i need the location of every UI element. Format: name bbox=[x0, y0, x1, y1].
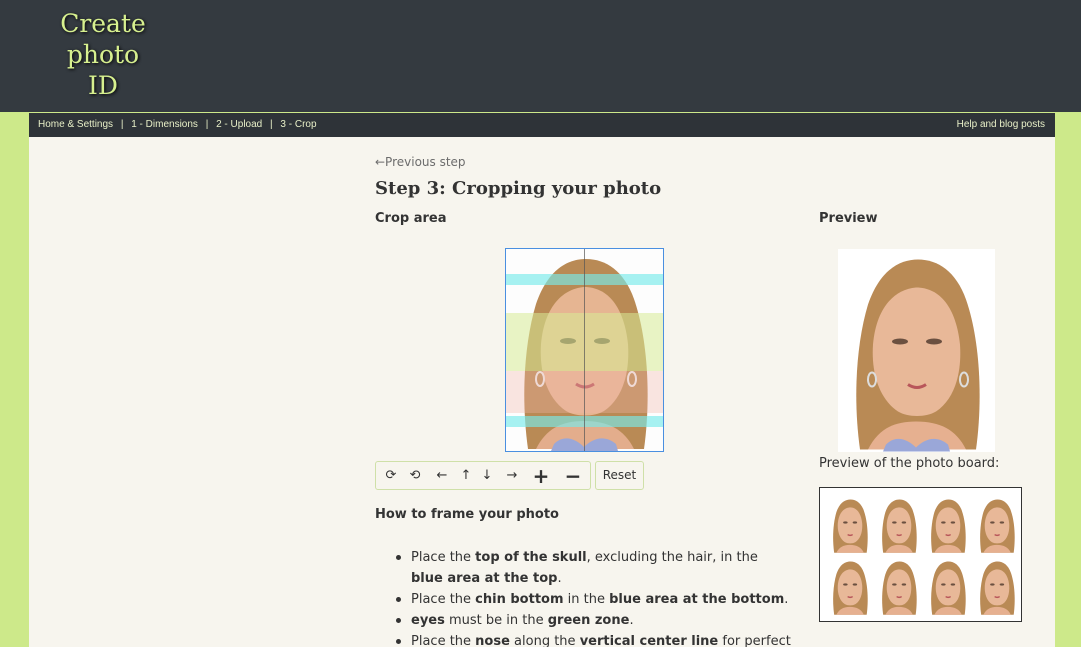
instruction-text: Place the bbox=[411, 592, 476, 607]
instruction-text: . bbox=[557, 571, 562, 586]
crop-toolbar: ⟳ ⟲ ← ↑ ↓ → + − bbox=[375, 461, 591, 490]
previous-step-link[interactable]: ←Previous step bbox=[375, 155, 466, 169]
crop-area[interactable] bbox=[505, 248, 664, 452]
howto-heading: How to frame your photo bbox=[375, 507, 559, 522]
guide-vertical-center-line bbox=[584, 249, 585, 451]
preview-face-photo bbox=[838, 249, 995, 452]
board-photo-thumbnail bbox=[975, 496, 1019, 554]
instruction-text: in the bbox=[563, 592, 610, 607]
nav-dimensions[interactable]: 1 - Dimensions bbox=[131, 119, 198, 130]
move-down-icon[interactable]: ↓ bbox=[477, 466, 497, 486]
logo-line-1: Create photo bbox=[60, 9, 146, 69]
board-photo-thumbnail bbox=[877, 496, 921, 554]
instruction-emphasis: green zone bbox=[547, 613, 630, 628]
logo-line-2: ID bbox=[88, 71, 118, 100]
instruction-emphasis: vertical center line bbox=[579, 634, 719, 647]
nav-bar: Home & Settings | 1 - Dimensions | 2 - U… bbox=[29, 113, 1055, 137]
site-header: Create photo ID bbox=[0, 0, 1081, 112]
instruction-emphasis: eyes bbox=[411, 613, 445, 628]
instruction-text: . bbox=[784, 592, 789, 607]
preview-heading: Preview bbox=[819, 211, 878, 226]
instruction-emphasis: top of the skull bbox=[475, 550, 587, 565]
photo-board-caption: Preview of the photo board: bbox=[819, 456, 1000, 471]
crop-area-heading: Crop area bbox=[375, 211, 447, 226]
instruction-item: eyes must be in the green zone. bbox=[396, 610, 791, 631]
board-photo-thumbnail bbox=[926, 496, 970, 554]
board-photo-thumbnail bbox=[828, 558, 872, 616]
instruction-item: Place the top of the skull, excluding th… bbox=[396, 547, 791, 589]
move-left-icon[interactable]: ← bbox=[432, 466, 452, 486]
nav-upload[interactable]: 2 - Upload bbox=[216, 119, 262, 130]
photo-board-preview bbox=[819, 487, 1022, 622]
instructions-list: Place the top of the skull, excluding th… bbox=[396, 547, 791, 647]
instruction-emphasis: blue area at the top bbox=[411, 571, 558, 586]
instruction-text: along the bbox=[509, 634, 580, 647]
instruction-text: , excluding the hair, in the bbox=[586, 550, 758, 565]
instruction-emphasis: nose bbox=[475, 634, 510, 647]
instruction-emphasis: blue area at the bottom bbox=[609, 592, 785, 607]
nav-separator: | bbox=[270, 119, 273, 130]
board-photo-thumbnail bbox=[828, 496, 872, 554]
nav-separator: | bbox=[205, 119, 209, 130]
rotate-right-icon[interactable]: ⟳ bbox=[381, 466, 401, 486]
page-title: Step 3: Cropping your photo bbox=[375, 178, 662, 199]
nav-crop[interactable]: 3 - Crop bbox=[280, 119, 316, 130]
move-up-icon[interactable]: ↑ bbox=[456, 466, 476, 486]
zoom-in-icon[interactable]: + bbox=[531, 466, 551, 486]
instruction-text: Place the bbox=[411, 634, 476, 647]
rotate-left-icon[interactable]: ⟲ bbox=[405, 466, 425, 486]
instruction-item: Place the nose along the vertical center… bbox=[396, 631, 791, 647]
help-link[interactable]: Help and blog posts bbox=[957, 113, 1045, 137]
instruction-item: Place the chin bottom in the blue area a… bbox=[396, 589, 791, 610]
breadcrumb: Home & Settings | 1 - Dimensions | 2 - U… bbox=[38, 113, 317, 137]
instruction-text: for perfect bbox=[718, 634, 791, 647]
preview-photo bbox=[838, 249, 995, 452]
instruction-emphasis: chin bottom bbox=[475, 592, 564, 607]
board-photo-thumbnail bbox=[975, 558, 1019, 616]
zoom-out-icon[interactable]: − bbox=[563, 466, 583, 486]
nav-separator: | bbox=[120, 119, 124, 130]
instruction-text: Place the bbox=[411, 550, 476, 565]
instruction-text: . bbox=[629, 613, 634, 628]
reset-button[interactable]: Reset bbox=[595, 461, 644, 490]
board-photo-thumbnail bbox=[877, 558, 921, 616]
instruction-text: must be in the bbox=[444, 613, 548, 628]
nav-home-settings[interactable]: Home & Settings bbox=[38, 119, 113, 130]
site-logo[interactable]: Create photo ID bbox=[28, 8, 178, 101]
move-right-icon[interactable]: → bbox=[502, 466, 522, 486]
board-photo-thumbnail bbox=[926, 558, 970, 616]
